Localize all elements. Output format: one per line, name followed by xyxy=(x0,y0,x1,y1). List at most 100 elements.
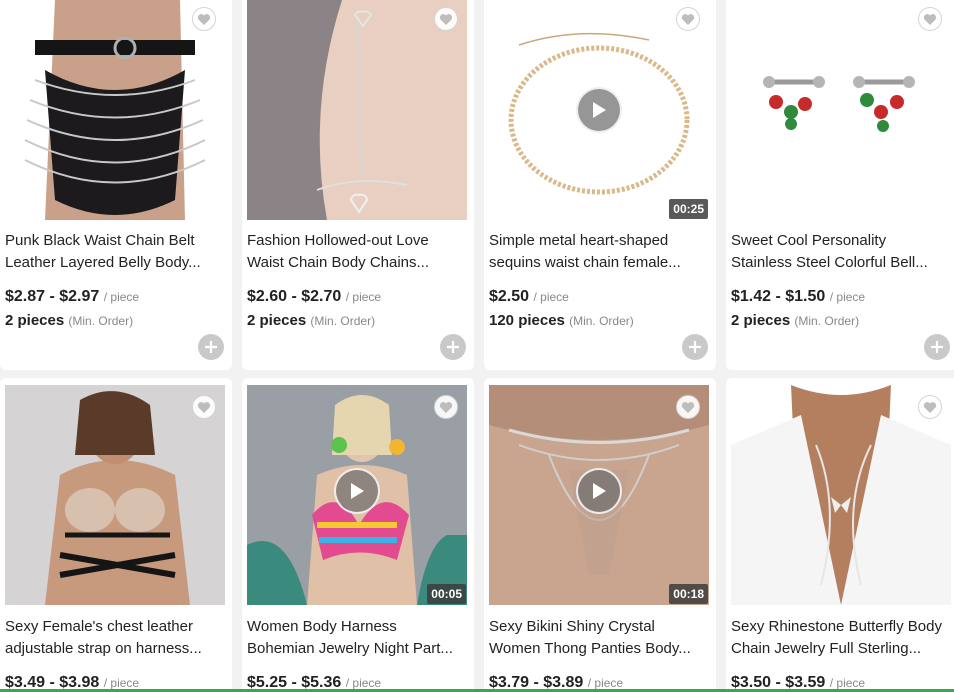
play-video-button[interactable] xyxy=(334,468,380,514)
play-icon xyxy=(593,102,606,118)
product-title-line: Fashion Hollowed-out Love xyxy=(247,232,429,249)
product-title-line: Chain Jewelry Full Sterling... xyxy=(731,640,922,657)
plus-icon xyxy=(205,341,217,353)
add-to-list-button[interactable] xyxy=(440,334,466,360)
product-title-line: Punk Black Waist Chain Belt xyxy=(5,232,195,249)
plus-icon xyxy=(447,341,459,353)
video-duration: 00:18 xyxy=(669,584,708,604)
min-order-label: (Min. Order) xyxy=(794,314,860,328)
product-card[interactable]: Sexy Female's chest leather adjustable s… xyxy=(0,378,232,692)
price-unit: / piece xyxy=(103,676,140,690)
min-order-value: 2 pieces xyxy=(5,312,65,329)
play-video-button[interactable] xyxy=(576,468,622,514)
product-card[interactable]: 00:18 Sexy Bikini Shiny Crystal Women Th… xyxy=(484,378,716,692)
heart-icon xyxy=(197,401,211,413)
price-unit: / piece xyxy=(533,290,569,304)
product-grid: Punk Black Waist Chain Belt Leather Laye… xyxy=(0,0,954,692)
min-order-value: 120 pieces xyxy=(489,312,565,329)
favorite-button[interactable] xyxy=(676,395,700,419)
product-title-line: Sexy Female's chest leather xyxy=(5,618,193,635)
play-video-button[interactable] xyxy=(576,87,622,133)
play-icon xyxy=(351,483,364,499)
product-price: $1.42 - $1.50 / piece xyxy=(731,288,865,306)
favorite-button[interactable] xyxy=(192,7,216,31)
product-image[interactable] xyxy=(731,0,951,220)
min-order-label: (Min. Order) xyxy=(310,314,376,328)
product-image[interactable] xyxy=(5,0,225,220)
product-card[interactable]: Punk Black Waist Chain Belt Leather Laye… xyxy=(0,0,232,370)
product-photo-heart-waist-chain xyxy=(247,0,467,220)
product-title-line: Sexy Bikini Shiny Crystal xyxy=(489,618,655,635)
favorite-button[interactable] xyxy=(192,395,216,419)
price-value: $2.60 - $2.70 xyxy=(247,288,342,305)
price-value: $2.50 xyxy=(489,288,530,305)
video-duration: 00:05 xyxy=(427,584,466,604)
min-order: 2 pieces (Min. Order) xyxy=(247,312,375,329)
product-price: $2.87 - $2.97 / piece xyxy=(5,288,139,306)
product-title-line: Women Body Harness xyxy=(247,618,397,635)
product-title[interactable]: Sweet Cool Personality Stainless Steel C… xyxy=(731,230,951,274)
min-order: 120 pieces (Min. Order) xyxy=(489,312,634,329)
plus-icon xyxy=(931,341,943,353)
add-to-list-button[interactable] xyxy=(682,334,708,360)
plus-icon xyxy=(689,341,701,353)
product-title-line: Women Thong Panties Body... xyxy=(489,640,691,657)
heart-icon xyxy=(197,13,211,25)
product-card[interactable]: Fashion Hollowed-out Love Waist Chain Bo… xyxy=(242,0,474,370)
product-title[interactable]: Sexy Bikini Shiny Crystal Women Thong Pa… xyxy=(489,616,709,660)
favorite-button[interactable] xyxy=(918,7,942,31)
heart-icon xyxy=(681,401,695,413)
product-photo-bell-nipple-rings xyxy=(731,0,951,220)
heart-icon xyxy=(439,13,453,25)
product-title[interactable]: Fashion Hollowed-out Love Waist Chain Bo… xyxy=(247,230,467,274)
product-card[interactable]: 00:05 Women Body Harness Bohemian Jewelr… xyxy=(242,378,474,692)
add-to-list-button[interactable] xyxy=(198,334,224,360)
product-photo-waist-chain-belt xyxy=(5,0,225,220)
heart-icon xyxy=(923,13,937,25)
product-title-line: Stainless Steel Colorful Bell... xyxy=(731,254,928,271)
min-order: 2 pieces (Min. Order) xyxy=(5,312,133,329)
product-title[interactable]: Simple metal heart-shaped sequins waist … xyxy=(489,230,709,274)
heart-icon xyxy=(681,13,695,25)
product-title[interactable]: Punk Black Waist Chain Belt Leather Laye… xyxy=(5,230,225,274)
price-unit: / piece xyxy=(829,676,866,690)
product-image[interactable] xyxy=(247,0,467,220)
heart-icon xyxy=(439,401,453,413)
product-title-line: Simple metal heart-shaped xyxy=(489,232,669,249)
product-title-line: Sweet Cool Personality xyxy=(731,232,887,249)
min-order-value: 2 pieces xyxy=(731,312,791,329)
min-order: 2 pieces (Min. Order) xyxy=(731,312,859,329)
play-icon xyxy=(593,483,606,499)
product-title[interactable]: Sexy Rhinestone Butterfly Body Chain Jew… xyxy=(731,616,951,660)
product-card[interactable]: Sweet Cool Personality Stainless Steel C… xyxy=(726,0,954,370)
product-image[interactable] xyxy=(5,385,225,605)
favorite-button[interactable] xyxy=(918,395,942,419)
price-unit: / piece xyxy=(103,290,140,304)
product-title-line: Sexy Rhinestone Butterfly Body xyxy=(731,618,942,635)
product-image[interactable] xyxy=(731,385,951,605)
favorite-button[interactable] xyxy=(434,7,458,31)
product-title[interactable]: Sexy Female's chest leather adjustable s… xyxy=(5,616,225,660)
product-photo-chest-harness xyxy=(5,385,225,605)
price-value: $1.42 - $1.50 xyxy=(731,288,826,305)
favorite-button[interactable] xyxy=(434,395,458,419)
price-unit: / piece xyxy=(829,290,866,304)
min-order-label: (Min. Order) xyxy=(68,314,134,328)
add-to-list-button[interactable] xyxy=(924,334,950,360)
favorite-button[interactable] xyxy=(676,7,700,31)
product-title-line: Leather Layered Belly Body... xyxy=(5,254,201,271)
price-unit: / piece xyxy=(345,676,382,690)
product-price: $2.60 - $2.70 / piece xyxy=(247,288,381,306)
product-title-line: adjustable strap on harness... xyxy=(5,640,202,657)
product-price: $2.50 / piece xyxy=(489,288,569,306)
product-card[interactable]: 00:25 Simple metal heart-shaped sequins … xyxy=(484,0,716,370)
product-title[interactable]: Women Body Harness Bohemian Jewelry Nigh… xyxy=(247,616,467,660)
price-value: $2.87 - $2.97 xyxy=(5,288,100,305)
product-title-line: Bohemian Jewelry Night Part... xyxy=(247,640,453,657)
min-order-value: 2 pieces xyxy=(247,312,307,329)
price-unit: / piece xyxy=(587,676,624,690)
product-photo-butterfly-body-chain xyxy=(731,385,951,605)
product-card[interactable]: Sexy Rhinestone Butterfly Body Chain Jew… xyxy=(726,378,954,692)
heart-icon xyxy=(923,401,937,413)
video-duration: 00:25 xyxy=(669,199,708,219)
